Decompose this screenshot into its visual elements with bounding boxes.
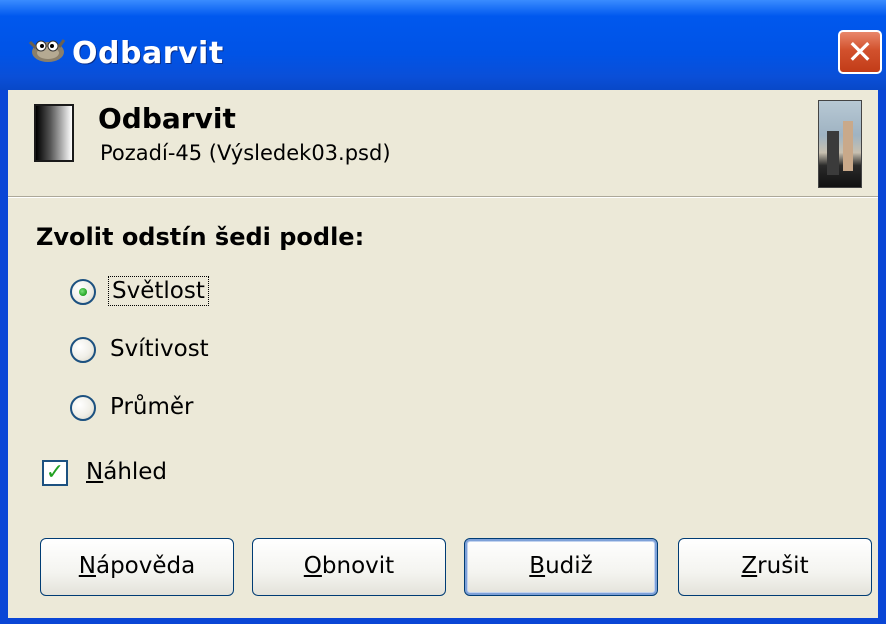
radio-label-luminosity: Svítivost bbox=[110, 336, 209, 362]
header-title: Odbarvit bbox=[98, 102, 236, 135]
gimp-wilber-icon bbox=[28, 39, 66, 62]
window-title: Odbarvit bbox=[72, 36, 224, 71]
close-icon: ✕ bbox=[846, 33, 874, 71]
radio-button-checked[interactable] bbox=[70, 279, 96, 305]
radio-button[interactable] bbox=[70, 395, 96, 421]
radio-label-average: Průměr bbox=[110, 394, 194, 420]
thumbnail-figure bbox=[843, 121, 853, 171]
checkmark-icon: ✓ bbox=[45, 460, 65, 485]
cancel-button[interactable]: Zrušit bbox=[678, 538, 872, 596]
radio-button[interactable] bbox=[70, 337, 96, 363]
image-thumbnail bbox=[818, 100, 862, 188]
grayscale-section-title: Zvolit odstín šedi podle: bbox=[36, 223, 365, 251]
thumbnail-figure bbox=[827, 131, 839, 175]
title-bar[interactable]: Odbarvit ✕ bbox=[0, 0, 886, 90]
ok-button[interactable]: Budiž bbox=[464, 538, 658, 596]
dialog-header: Odbarvit Pozadí-45 (Výsledek03.psd) bbox=[8, 90, 878, 198]
dialog-window: Odbarvit ✕ Odbarvit Pozadí-45 (Výsledek0… bbox=[0, 0, 886, 624]
header-subtitle: Pozadí-45 (Výsledek03.psd) bbox=[100, 141, 391, 165]
preview-label: Náhled bbox=[86, 459, 168, 485]
dialog-body: Odbarvit Pozadí-45 (Výsledek03.psd) Zvol… bbox=[8, 90, 878, 618]
radio-label-lightness: Světlost bbox=[108, 276, 209, 306]
preview-checkbox[interactable]: ✓ bbox=[42, 460, 68, 486]
reset-button[interactable]: Obnovit bbox=[252, 538, 446, 596]
radio-dot bbox=[79, 288, 87, 296]
desaturate-gradient-icon bbox=[34, 104, 74, 162]
close-button[interactable]: ✕ bbox=[838, 30, 882, 74]
help-button[interactable]: Nápověda bbox=[40, 538, 234, 596]
header-separator-highlight bbox=[8, 197, 878, 198]
